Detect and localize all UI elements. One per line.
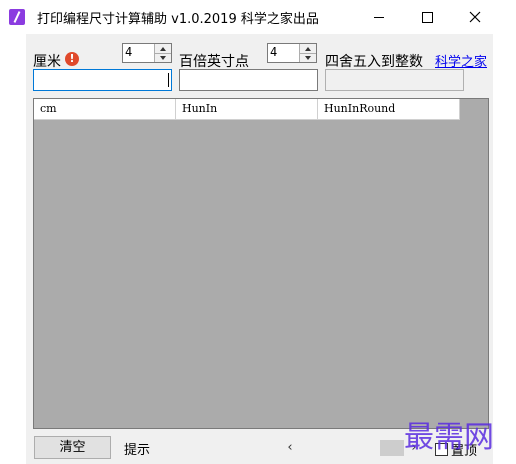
watermark-logo: 最需网 [404,420,494,455]
column-header-hunin[interactable]: HunIn [176,99,318,119]
title-bar: 打印编程尺寸计算辅助 v1.0.2019 科学之家出品 [0,0,516,34]
cm-decimals-value: 4 [125,45,133,59]
scroll-thumb[interactable] [380,440,404,456]
cm-input[interactable] [33,69,172,91]
maximize-icon [421,11,433,23]
hint-label: 提示 [124,443,151,458]
cm-decimals-spin-buttons [154,44,171,62]
arrow-down-icon [305,55,311,60]
app-icon [9,9,25,25]
warning-icon: ! [65,52,79,66]
cm-label: 厘米 [33,54,61,70]
results-grid[interactable]: cm HunIn HunInRound [33,98,489,429]
close-button[interactable] [452,0,498,34]
arrow-down-icon [160,55,166,60]
round-output [325,69,464,91]
maximize-button[interactable] [404,0,450,34]
minimize-button[interactable] [356,0,402,34]
inch-decimals-spinner[interactable]: 4 [267,43,317,63]
grid-header: cm HunIn HunInRound [34,99,460,120]
cm-decimals-down-button[interactable] [155,53,171,62]
inch-decimals-spin-buttons [299,44,316,62]
arrow-up-icon [305,46,311,51]
inch-points-label: 百倍英寸点 [179,54,249,70]
form-area: 厘米 ! 4 百倍英寸点 4 四舍五入到整数 科学之家 cm HunIn Hun… [26,34,493,464]
science-home-link[interactable]: 科学之家 [435,51,487,70]
cm-decimals-spinner[interactable]: 4 [122,43,172,63]
window-title: 打印编程尺寸计算辅助 v1.0.2019 科学之家出品 [37,12,319,27]
minimize-icon [374,16,384,18]
text-caret [168,73,169,87]
inch-decimals-value: 4 [270,45,278,59]
column-header-cm[interactable]: cm [34,99,176,119]
clear-button[interactable]: 清空 [34,436,111,459]
close-icon [469,11,481,23]
arrow-up-icon [160,46,166,51]
inch-points-input[interactable] [179,69,318,91]
column-header-huninround[interactable]: HunInRound [318,99,460,119]
round-label: 四舍五入到整数 [325,54,423,70]
scroll-left-icon[interactable]: ‹ [282,438,298,458]
inch-decimals-down-button[interactable] [300,53,316,62]
